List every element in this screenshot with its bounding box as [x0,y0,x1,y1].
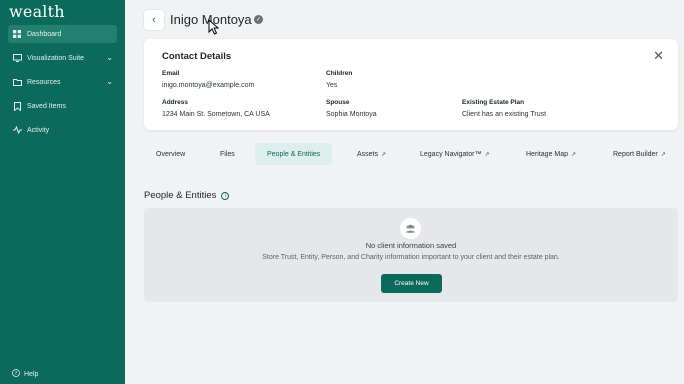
sidebar-item-label: Dashboard [27,30,62,38]
tab-legacy-navigator[interactable]: Legacy Navigator™ ↗ [408,143,502,165]
tab-files[interactable]: Files [208,143,247,165]
help-label: Help [24,370,39,378]
estate-plan-value: Client has an existing Trust [462,111,547,118]
back-button[interactable]: ‹ [144,10,164,30]
empty-state-title: No client information saved [365,241,457,250]
sidebar-item-saved-items[interactable]: Saved Items [8,97,117,115]
spouse-label: Spouse [326,99,350,106]
section-title: People & Entities i [144,190,230,201]
tab-label: Heritage Map [526,150,569,158]
contact-details-card: Contact Details ✕ Email inigo.montoya@ex… [144,39,678,130]
activity-icon [12,125,22,135]
empty-state-description: Store Trust, Entity, Person, and Charity… [262,254,560,261]
tab-people-entities[interactable]: People & Entities [255,143,333,165]
sidebar-item-dashboard[interactable]: Dashboard [8,25,117,43]
sidebar-item-activity[interactable]: Activity [8,121,117,139]
verified-icon: ✓ [254,15,263,24]
tab-assets[interactable]: Assets ↗ [345,143,398,165]
estate-plan-label: Existing Estate Plan [462,99,525,106]
address-value: 1234 Main St. Sometown, CA USA [162,111,270,118]
section-title-text: People & Entities [144,190,217,201]
sidebar-item-label: Resources [27,78,61,86]
tab-label: People & Entities [267,150,321,158]
screen-icon [12,53,22,63]
sidebar-item-label: Visualization Suite [27,54,85,62]
spouse-value: Sophia Montoya [326,111,377,118]
email-value: inigo.montoya@example.com [162,82,255,89]
chevron-down-icon: ⌄ [106,53,113,62]
svg-text:?: ? [15,371,18,377]
tab-label: Files [220,150,235,158]
help-icon: ? [12,369,20,379]
help-link[interactable]: ? Help [12,369,38,379]
chevron-down-icon: ⌄ [106,77,113,86]
email-label: Email [162,70,180,77]
mouse-cursor-icon [208,19,219,35]
close-icon[interactable]: ✕ [653,48,664,64]
children-value: Yes [326,82,338,89]
chevron-left-icon: ‹ [152,14,156,26]
info-icon[interactable]: i [221,191,230,200]
grid-icon [12,29,22,39]
external-link-icon: ↗ [381,151,387,158]
bookmark-icon [12,101,22,111]
sidebar: wealth Dashboard Visualization Suite ⌄ R… [0,0,125,384]
external-link-icon: ↗ [571,151,577,158]
empty-state-panel: No client information saved Store Trust,… [144,208,678,302]
sidebar-item-label: Saved Items [27,102,66,110]
tab-heritage-map[interactable]: Heritage Map ↗ [514,143,588,165]
tab-label: Assets [357,150,379,158]
sidebar-item-resources[interactable]: Resources ⌄ [8,73,117,91]
tab-report-builder[interactable]: Report Builder ↗ [601,143,678,165]
create-new-button[interactable]: Create New [381,274,442,293]
tab-label: Legacy Navigator™ [420,150,482,158]
tab-label: Report Builder [613,150,658,158]
tab-label: Overview [156,150,186,158]
external-link-icon: ↗ [660,151,666,158]
tab-overview[interactable]: Overview [144,143,197,165]
sidebar-item-label: Activity [27,126,50,134]
folder-icon [12,77,22,87]
card-title: Contact Details [162,51,232,62]
external-link-icon: ↗ [484,151,490,158]
people-icon [400,218,421,239]
sidebar-item-visualization-suite[interactable]: Visualization Suite ⌄ [8,49,117,67]
children-label: Children [326,70,353,77]
address-label: Address [162,99,189,106]
tab-bar: Overview Files People & Entities Assets … [144,143,684,165]
brand-logo: wealth [9,2,65,21]
